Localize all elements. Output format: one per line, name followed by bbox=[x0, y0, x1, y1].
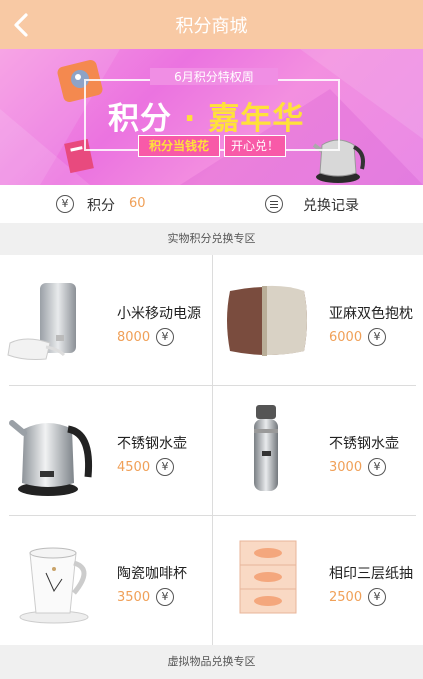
banner-title-part1: 积分 bbox=[108, 101, 172, 137]
product-price: 2500 bbox=[329, 590, 363, 605]
section-header-physical: 实物积分兑换专区 bbox=[0, 223, 423, 255]
product-card[interactable]: 亚麻双色抱枕 6000 ¥ bbox=[212, 255, 423, 385]
yen-icon: ¥ bbox=[156, 458, 174, 476]
points-label: 积分 bbox=[87, 198, 115, 214]
product-name: 不锈钢水壶 bbox=[117, 436, 187, 452]
app-header: 积分商城 bbox=[0, 0, 423, 49]
points-bar: ¥ 积分 60 兑换记录 bbox=[0, 185, 423, 223]
exchange-record-link[interactable]: 兑换记录 bbox=[303, 195, 359, 215]
yen-icon: ¥ bbox=[56, 195, 74, 213]
electric-kettle-image bbox=[9, 420, 93, 496]
product-price: 3000 bbox=[329, 460, 363, 475]
product-card[interactable]: 陶瓷咖啡杯 3500 ¥ bbox=[0, 515, 211, 645]
thermos-bottle-image bbox=[254, 405, 278, 491]
product-price: 4500 bbox=[117, 460, 151, 475]
product-name: 陶瓷咖啡杯 bbox=[117, 566, 187, 582]
banner-title-part2: 嘉年华 bbox=[208, 101, 305, 137]
yen-icon: ¥ bbox=[368, 328, 386, 346]
banner-pill-right: 开心兑！ bbox=[224, 135, 286, 157]
power-bank-image bbox=[7, 283, 76, 360]
product-card[interactable]: 不锈钢水壶 3000 ¥ bbox=[212, 385, 423, 515]
list-icon[interactable] bbox=[265, 195, 283, 213]
yen-icon: ¥ bbox=[156, 328, 174, 346]
yen-icon: ¥ bbox=[368, 458, 386, 476]
product-name: 亚麻双色抱枕 bbox=[329, 306, 413, 322]
yen-icon: ¥ bbox=[156, 588, 174, 606]
pillow-image bbox=[227, 285, 307, 356]
banner-subtitle: 6月积分特权周 bbox=[150, 68, 278, 85]
yen-icon: ¥ bbox=[368, 588, 386, 606]
product-card[interactable]: 相印三层纸抽 2500 ¥ bbox=[212, 515, 423, 645]
banner-pill-left: 积分当钱花 bbox=[138, 135, 220, 157]
points-value: 60 bbox=[129, 196, 146, 211]
product-name: 不锈钢水壶 bbox=[329, 436, 399, 452]
banner-title-dot: · bbox=[183, 101, 197, 137]
product-name: 相印三层纸抽 bbox=[329, 566, 413, 582]
product-grid: 小米移动电源 8000 ¥ 亚麻双色抱枕 6000 ¥ 不锈钢水壶 4500 ¥ bbox=[0, 255, 423, 645]
product-name: 小米移动电源 bbox=[117, 306, 201, 322]
product-price: 3500 bbox=[117, 590, 151, 605]
product-price: 6000 bbox=[329, 330, 363, 345]
promo-banner[interactable]: 6月积分特权周 积分 · 嘉年华 积分当钱花 开心兑！ bbox=[0, 49, 423, 185]
tissue-box-image bbox=[239, 540, 297, 614]
banner-title: 积分 · 嘉年华 bbox=[108, 93, 304, 138]
product-card[interactable]: 小米移动电源 8000 ¥ bbox=[0, 255, 211, 385]
product-price: 8000 bbox=[117, 330, 151, 345]
page-title: 积分商城 bbox=[175, 16, 248, 37]
coffee-mug-image bbox=[19, 547, 89, 624]
section-header-virtual: 虚拟物品兑换专区 bbox=[0, 645, 423, 679]
product-card[interactable]: 不锈钢水壶 4500 ¥ bbox=[0, 385, 211, 515]
